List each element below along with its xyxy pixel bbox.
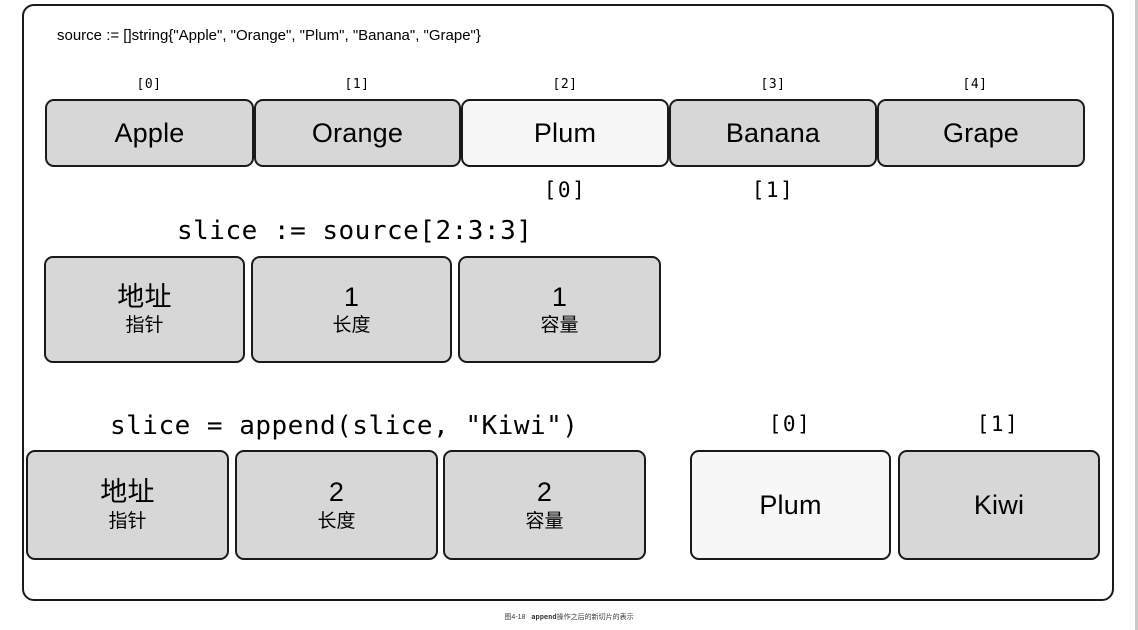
source-element-3: Banana: [669, 99, 877, 167]
result-element-0-value: Plum: [759, 489, 822, 520]
slice-header-after-pointer-label: 指针: [108, 510, 147, 532]
source-index-label-1: [1]: [344, 77, 370, 92]
result-element-1: Kiwi: [898, 450, 1100, 560]
slice-header-after-length-label: 长度: [317, 510, 356, 532]
slice-header-after-pointer-value: 地址: [100, 477, 155, 508]
append-statement-text: slice = append(slice, "Kiwi"): [110, 411, 579, 441]
figure-caption-prefix: 图4-18: [504, 614, 526, 621]
slice-header-before-pointer: 地址 指针: [44, 256, 245, 363]
source-index-label-2: [2]: [552, 77, 578, 92]
slice-header-before-pointer-label: 指针: [125, 315, 164, 337]
result-index-label-1: [1]: [976, 412, 1020, 436]
source-element-4-value: Grape: [942, 117, 1020, 148]
source-element-0: Apple: [45, 99, 254, 167]
slice-header-before-capacity-label: 容量: [540, 315, 579, 337]
source-element-2: Plum: [461, 99, 669, 167]
slice-declaration-text: slice := source[2:3:3]: [177, 216, 533, 246]
slice-header-before-length-label: 长度: [332, 315, 371, 337]
source-element-3-value: Banana: [725, 117, 821, 148]
figure-caption-code: append: [531, 613, 557, 621]
result-index-label-0: [0]: [768, 412, 812, 436]
source-element-0-value: Apple: [114, 117, 185, 148]
slice-header-after-capacity-label: 容量: [525, 510, 564, 532]
slice-header-after-pointer: 地址 指针: [26, 450, 229, 560]
source-index-label-3: [3]: [760, 77, 786, 92]
source-index-label-0: [0]: [136, 77, 162, 92]
slice-header-after-capacity-value: 2: [536, 477, 553, 508]
slice-header-before-capacity-value: 1: [551, 281, 568, 312]
source-element-4: Grape: [877, 99, 1085, 167]
slice-header-before-length-value: 1: [343, 281, 360, 312]
source-element-1: Orange: [254, 99, 461, 167]
slice-header-after-capacity: 2 容量: [443, 450, 646, 560]
slice-header-after-length-value: 2: [328, 477, 345, 508]
slice-header-before-capacity: 1 容量: [458, 256, 661, 363]
slice-view-index-label-0: [0]: [543, 178, 587, 202]
source-declaration-text: source := []string{"Apple", "Orange", "P…: [57, 27, 481, 44]
source-element-1-value: Orange: [311, 117, 404, 148]
figure-caption: 图4-18 append操作之后的新切片的表示: [0, 612, 1138, 622]
slice-header-before-length: 1 长度: [251, 256, 452, 363]
source-element-2-value: Plum: [533, 117, 597, 148]
result-element-0: Plum: [690, 450, 891, 560]
slice-view-index-label-1: [1]: [751, 178, 795, 202]
result-element-1-value: Kiwi: [973, 489, 1025, 520]
slice-header-before-pointer-value: 地址: [117, 281, 172, 312]
slice-header-after-length: 2 长度: [235, 450, 438, 560]
figure-caption-suffix: 操作之后的新切片的表示: [556, 614, 634, 621]
source-index-label-4: [4]: [962, 77, 988, 92]
